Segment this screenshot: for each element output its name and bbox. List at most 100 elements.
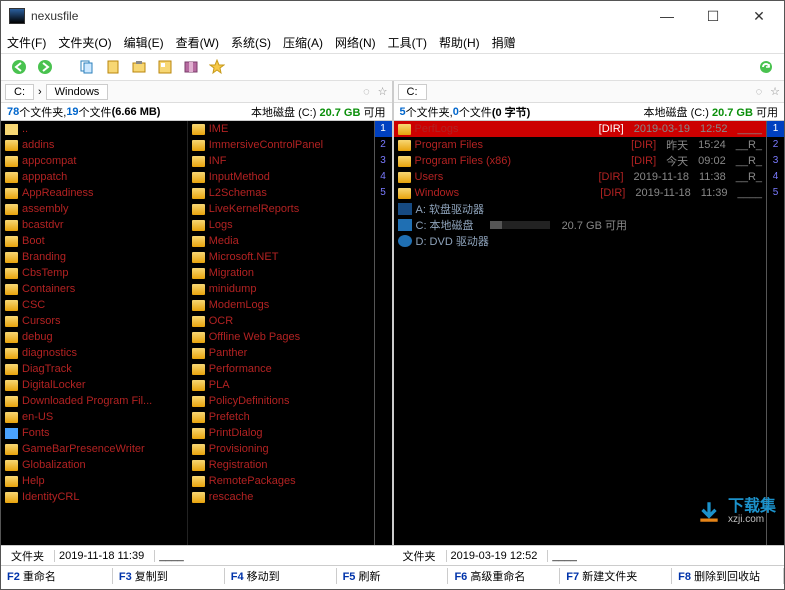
list-item[interactable]: Panther bbox=[188, 345, 374, 361]
folder-icon bbox=[5, 188, 18, 199]
watermark-text: 下载集 bbox=[728, 499, 776, 515]
list-item[interactable]: Registration bbox=[188, 457, 374, 473]
list-item[interactable]: IdentityCRL bbox=[1, 489, 187, 505]
list-item[interactable]: Fonts bbox=[1, 425, 187, 441]
cut-button[interactable] bbox=[129, 57, 149, 77]
list-item[interactable]: assembly bbox=[1, 201, 187, 217]
list-item[interactable]: Downloaded Program Fil... bbox=[1, 393, 187, 409]
breadcrumb[interactable]: C: bbox=[5, 84, 34, 100]
folder-icon bbox=[5, 204, 18, 215]
list-item[interactable]: INF bbox=[188, 153, 374, 169]
list-item[interactable]: PLA bbox=[188, 377, 374, 393]
list-item[interactable]: Offline Web Pages bbox=[188, 329, 374, 345]
forward-button[interactable] bbox=[35, 57, 55, 77]
fkey-f5[interactable]: F5 刷新 bbox=[337, 568, 449, 584]
list-item[interactable]: bcastdvr bbox=[1, 217, 187, 233]
list-item[interactable]: Program Files (x86) [DIR] 今天 09:02 __R_ bbox=[394, 153, 767, 169]
menu-folder[interactable]: 文件夹(O) bbox=[58, 34, 111, 51]
list-item[interactable]: L2Schemas bbox=[188, 185, 374, 201]
bookmark-icon[interactable]: ☆ bbox=[378, 85, 388, 98]
left-pathbar[interactable]: C: › Windows ◌ ☆ bbox=[1, 81, 392, 103]
favorite-button[interactable] bbox=[207, 57, 227, 77]
menu-edit[interactable]: 编辑(E) bbox=[124, 34, 164, 51]
menu-help[interactable]: 帮助(H) bbox=[439, 34, 480, 51]
list-item[interactable]: InputMethod bbox=[188, 169, 374, 185]
drive-item[interactable]: C: 本地磁盘20.7 GB 可用 bbox=[394, 217, 767, 233]
item-label: INF bbox=[209, 155, 227, 167]
list-item[interactable]: LiveKernelReports bbox=[188, 201, 374, 217]
menu-archive[interactable]: 压缩(A) bbox=[283, 34, 323, 51]
archive-button[interactable] bbox=[181, 57, 201, 77]
fkey-f6[interactable]: F6 高级重命名 bbox=[448, 568, 560, 584]
fkey-key: F4 bbox=[231, 571, 244, 583]
fkey-f2[interactable]: F2 重命名 bbox=[1, 568, 113, 584]
menu-system[interactable]: 系统(S) bbox=[231, 34, 271, 51]
bookmark-icon[interactable]: ☆ bbox=[770, 85, 780, 98]
list-item[interactable]: Provisioning bbox=[188, 441, 374, 457]
properties-button[interactable] bbox=[155, 57, 175, 77]
list-item[interactable]: debug bbox=[1, 329, 187, 345]
back-button[interactable] bbox=[9, 57, 29, 77]
list-item[interactable]: Media bbox=[188, 233, 374, 249]
list-item[interactable]: IME bbox=[188, 121, 374, 137]
fkey-f3[interactable]: F3 复制到 bbox=[113, 568, 225, 584]
list-item[interactable]: Prefetch bbox=[188, 409, 374, 425]
list-item[interactable]: ModemLogs bbox=[188, 297, 374, 313]
list-item[interactable]: Migration bbox=[188, 265, 374, 281]
fkey-f4[interactable]: F4 移动到 bbox=[225, 568, 337, 584]
list-item[interactable]: ImmersiveControlPanel bbox=[188, 137, 374, 153]
right-file-list[interactable]: PerfLogs [DIR] 2019-03-19 12:52 ____ Pro… bbox=[394, 121, 785, 545]
breadcrumb[interactable]: C: bbox=[398, 84, 427, 100]
list-item[interactable]: diagnostics bbox=[1, 345, 187, 361]
menu-donate[interactable]: 捐赠 bbox=[492, 34, 516, 51]
list-item[interactable]: minidump bbox=[188, 281, 374, 297]
list-item[interactable]: addins bbox=[1, 137, 187, 153]
list-item[interactable]: DiagTrack bbox=[1, 361, 187, 377]
list-item[interactable]: apppatch bbox=[1, 169, 187, 185]
list-item[interactable]: Containers bbox=[1, 281, 187, 297]
list-item[interactable]: Cursors bbox=[1, 313, 187, 329]
list-item[interactable]: DigitalLocker bbox=[1, 377, 187, 393]
copy-button[interactable] bbox=[77, 57, 97, 77]
list-item[interactable]: Microsoft.NET bbox=[188, 249, 374, 265]
list-item[interactable]: Users [DIR] 2019-11-18 11:38 __R_ bbox=[394, 169, 767, 185]
close-button[interactable]: ✕ bbox=[736, 1, 782, 31]
list-item[interactable]: en-US bbox=[1, 409, 187, 425]
list-item[interactable]: CSC bbox=[1, 297, 187, 313]
settings-button[interactable] bbox=[756, 57, 776, 77]
list-item[interactable]: RemotePackages bbox=[188, 473, 374, 489]
list-item[interactable]: .. bbox=[1, 121, 187, 137]
list-item[interactable]: Logs bbox=[188, 217, 374, 233]
list-item[interactable]: Help bbox=[1, 473, 187, 489]
menu-view[interactable]: 查看(W) bbox=[176, 34, 219, 51]
list-item[interactable]: Performance bbox=[188, 361, 374, 377]
list-item[interactable]: PrintDialog bbox=[188, 425, 374, 441]
drive-item[interactable]: A: 软盘驱动器 bbox=[394, 201, 767, 217]
list-item[interactable]: appcompat bbox=[1, 153, 187, 169]
left-file-list[interactable]: ..addinsappcompatapppatchAppReadinessass… bbox=[1, 121, 392, 545]
list-item[interactable]: Windows [DIR] 2019-11-18 11:39 ____ bbox=[394, 185, 767, 201]
floppy-icon bbox=[398, 203, 412, 215]
list-item[interactable]: GameBarPresenceWriter bbox=[1, 441, 187, 457]
menu-file[interactable]: 文件(F) bbox=[7, 34, 46, 51]
list-item[interactable]: Branding bbox=[1, 249, 187, 265]
list-item[interactable]: Boot bbox=[1, 233, 187, 249]
maximize-button[interactable]: ☐ bbox=[690, 1, 736, 31]
list-item[interactable]: PerfLogs [DIR] 2019-03-19 12:52 ____ bbox=[394, 121, 767, 137]
list-item[interactable]: rescache bbox=[188, 489, 374, 505]
paste-button[interactable] bbox=[103, 57, 123, 77]
minimize-button[interactable]: — bbox=[644, 1, 690, 31]
list-item[interactable]: AppReadiness bbox=[1, 185, 187, 201]
list-item[interactable]: Program Files [DIR] 昨天 15:24 __R_ bbox=[394, 137, 767, 153]
fkey-f7[interactable]: F7 新建文件夹 bbox=[560, 568, 672, 584]
drive-item[interactable]: D: DVD 驱动器 bbox=[394, 233, 767, 249]
menu-network[interactable]: 网络(N) bbox=[335, 34, 376, 51]
list-item[interactable]: CbsTemp bbox=[1, 265, 187, 281]
right-pathbar[interactable]: C: ◌ ☆ bbox=[394, 81, 785, 103]
list-item[interactable]: PolicyDefinitions bbox=[188, 393, 374, 409]
list-item[interactable]: Globalization bbox=[1, 457, 187, 473]
menu-tools[interactable]: 工具(T) bbox=[388, 34, 427, 51]
list-item[interactable]: OCR bbox=[188, 313, 374, 329]
breadcrumb[interactable]: Windows bbox=[46, 84, 109, 100]
fkey-f8[interactable]: F8 删除到回收站 bbox=[672, 568, 784, 584]
